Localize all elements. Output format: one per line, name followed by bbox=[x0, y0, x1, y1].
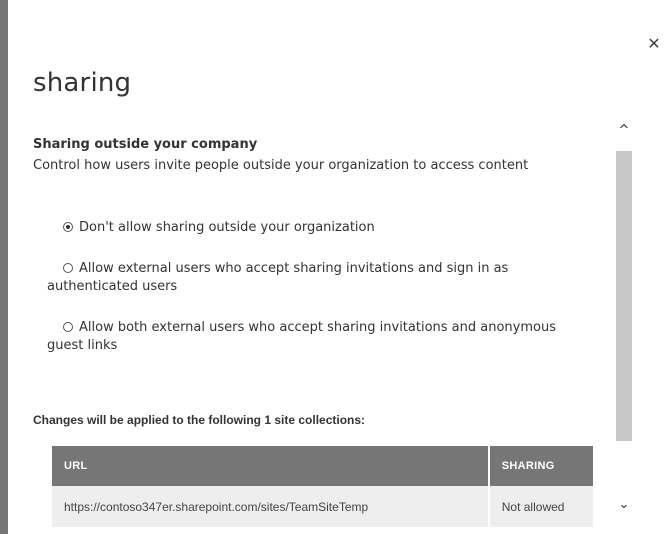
radio-button[interactable] bbox=[63, 322, 73, 332]
changes-label: Changes will be applied to the following… bbox=[33, 413, 366, 427]
option-authenticated-external-users[interactable]: Allow external users who accept sharing … bbox=[47, 260, 567, 296]
site-url-cell: https://contoso347er.sharepoint.com/site… bbox=[52, 486, 489, 527]
column-header-sharing[interactable]: SHARING bbox=[487, 446, 593, 486]
chevron-up-icon: ^ bbox=[618, 123, 630, 138]
radio-button-selected[interactable] bbox=[63, 222, 73, 232]
table-row[interactable]: https://contoso347er.sharepoint.com/site… bbox=[52, 486, 593, 527]
chevron-down-icon: ⌄ bbox=[618, 497, 630, 512]
site-collections-table: URL SHARING https://contoso347er.sharepo… bbox=[52, 446, 593, 527]
sharing-status-cell: Not allowed bbox=[487, 486, 593, 527]
option-no-external-sharing[interactable]: Don't allow sharing outside your organiz… bbox=[47, 219, 567, 237]
option-label: Don't allow sharing outside your organiz… bbox=[79, 220, 375, 235]
option-label: Allow both external users who accept sha… bbox=[47, 320, 556, 353]
close-icon: ✕ bbox=[647, 34, 661, 53]
dialog-content: Sharing outside your company Control how… bbox=[33, 130, 603, 534]
option-label: Allow external users who accept sharing … bbox=[47, 261, 509, 294]
table-header-row: URL SHARING bbox=[52, 446, 593, 486]
dialog-title: sharing bbox=[33, 68, 132, 98]
radio-button[interactable] bbox=[63, 263, 73, 273]
vertical-scrollbar[interactable]: ^ ⌄ bbox=[615, 112, 633, 534]
close-button[interactable]: ✕ bbox=[646, 34, 662, 54]
section-description: Control how users invite people outside … bbox=[33, 158, 529, 173]
column-header-url[interactable]: URL bbox=[52, 446, 489, 486]
dialog-left-edge bbox=[0, 0, 8, 534]
scroll-down-button[interactable]: ⌄ bbox=[615, 496, 633, 514]
option-external-and-anonymous[interactable]: Allow both external users who accept sha… bbox=[47, 319, 567, 355]
section-heading: Sharing outside your company bbox=[33, 137, 258, 152]
scroll-thumb[interactable] bbox=[616, 151, 632, 441]
scroll-up-button[interactable]: ^ bbox=[615, 122, 633, 140]
